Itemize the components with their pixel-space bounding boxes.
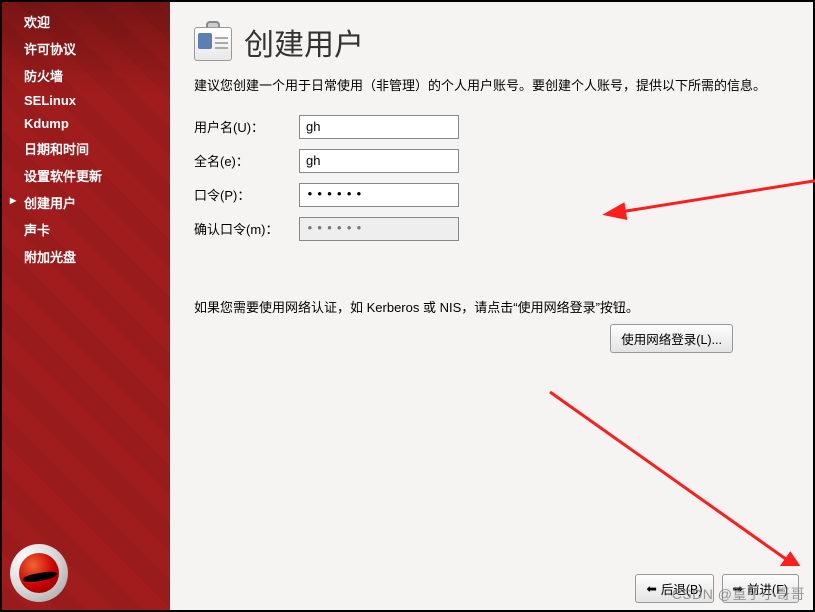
page-header: 创建用户 [194,20,789,64]
main-panel: 创建用户 建议您创建一个用于日常使用（非管理）的个人用户账号。要创建个人账号，提… [170,2,813,610]
watermark-text: CSDN @篁子小哥哥 [672,584,805,604]
sidebar-item-license[interactable]: 许可协议 [2,35,170,62]
password-label: 口令(P)： [194,185,299,204]
username-label: 用户名(U)： [194,117,299,136]
username-input[interactable] [299,115,459,139]
network-login-button-label: 使用网络登录(L)... [621,329,722,348]
sidebar-item-datetime[interactable]: 日期和时间 [2,135,170,162]
network-login-note: 如果您需要使用网络认证，如 Kerberos 或 NIS，请点击“使用网络登录”… [194,297,789,316]
distro-logo [10,544,68,602]
page-title: 创建用户 [244,20,364,64]
id-badge-icon [194,21,234,63]
sidebar: 欢迎 许可协议 防火墙 SELinux Kdump 日期和时间 设置软件更新 创… [2,2,170,610]
sidebar-item-welcome[interactable]: 欢迎 [2,8,170,35]
fullname-input[interactable] [299,149,459,173]
sidebar-item-firewall[interactable]: 防火墙 [2,62,170,89]
sidebar-item-selinux[interactable]: SELinux [2,89,170,112]
sidebar-item-sound[interactable]: 声卡 [2,216,170,243]
arrow-left-icon: ⬅ [646,581,656,596]
sidebar-item-cdrom[interactable]: 附加光盘 [2,243,170,270]
password-input[interactable] [299,183,459,207]
network-login-button[interactable]: 使用网络登录(L)... [610,324,733,353]
fullname-label: 全名(e)： [194,151,299,170]
intro-text: 建议您创建一个用于日常使用（非管理）的个人用户账号。要创建个人账号，提供以下所需… [194,76,789,97]
annotation-arrow-bottom [520,382,815,582]
fedora-hat-icon [19,553,59,593]
confirm-password-input[interactable] [299,217,459,241]
confirm-password-label: 确认口令(m)： [194,219,299,238]
sidebar-item-updates[interactable]: 设置软件更新 [2,162,170,189]
sidebar-item-kdump[interactable]: Kdump [2,112,170,135]
sidebar-item-create-user[interactable]: 创建用户 [2,189,170,216]
